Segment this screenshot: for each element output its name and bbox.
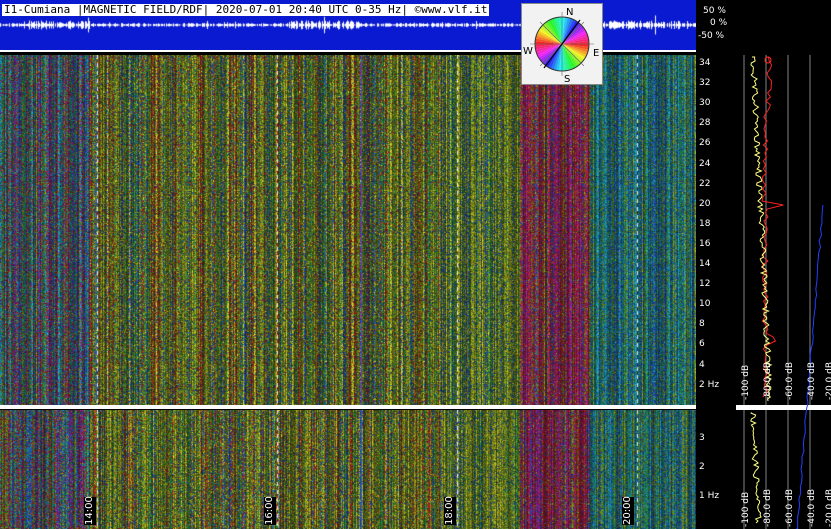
freq-tick-label: 12 bbox=[699, 279, 711, 290]
profile-separator bbox=[736, 405, 831, 410]
profile-average-curve bbox=[750, 56, 773, 402]
freq-tick-label: 6 bbox=[699, 339, 705, 350]
compass-west: W bbox=[523, 46, 533, 57]
vlf-spectrogram-page: { "header": { "title": "I1-Cumiana |MAGN… bbox=[0, 0, 831, 529]
panel-separator bbox=[0, 405, 696, 409]
time-tick-label: 14:00 bbox=[84, 496, 96, 525]
db-label-top: -40.0 dB bbox=[807, 362, 817, 400]
freq-tick-label: 32 bbox=[699, 78, 711, 89]
freq-tick-label: 2 Hz bbox=[699, 379, 720, 390]
time-tick-label: 18:00 bbox=[444, 496, 456, 525]
db-label-bottom: -80.0 dB bbox=[763, 489, 773, 527]
freq-tick-label: 4 bbox=[699, 359, 705, 370]
freq-tick-label: 10 bbox=[699, 299, 711, 310]
db-label-top: -100 dB bbox=[741, 365, 751, 400]
profile-average-curve bbox=[750, 412, 762, 524]
db-label-bottom: -20.0 dB bbox=[825, 489, 831, 527]
spectrogram-main bbox=[0, 55, 696, 405]
time-tick-label: 16:00 bbox=[264, 496, 276, 525]
freq-tick-label-low: 1 Hz bbox=[699, 491, 720, 501]
amp-label-zero: 0 % bbox=[710, 18, 728, 28]
freq-tick-label: 22 bbox=[699, 178, 711, 189]
freq-tick-label: 30 bbox=[699, 98, 711, 109]
freq-tick-label: 28 bbox=[699, 118, 711, 129]
db-label-top: -60.0 dB bbox=[785, 362, 795, 400]
db-label-bottom: -100 dB bbox=[741, 492, 751, 527]
spectrogram-low-band bbox=[0, 410, 696, 529]
compass-east: E bbox=[593, 48, 599, 59]
spectrum-profile-panel: -100 dB -80.0 dB -60.0 dB -40.0 dB -20.0 dB -… bbox=[736, 55, 831, 529]
freq-tick-label: 16 bbox=[699, 238, 711, 249]
compass-south: S bbox=[564, 74, 570, 84]
freq-tick-label-low: 3 bbox=[699, 433, 705, 443]
freq-tick-label: 34 bbox=[699, 58, 711, 68]
compass-north: N bbox=[566, 7, 573, 18]
db-label-top: -80.0 dB bbox=[763, 362, 773, 400]
freq-tick-label: 24 bbox=[699, 158, 711, 169]
freq-tick-label: 26 bbox=[699, 138, 711, 149]
rdf-compass: N E S W bbox=[521, 3, 603, 85]
freq-tick-label: 14 bbox=[699, 259, 711, 269]
freq-tick-label: 18 bbox=[699, 218, 711, 229]
compass-rose-icon: N E S W bbox=[523, 7, 599, 85]
freq-tick-label-low: 2 bbox=[699, 462, 705, 472]
time-tick-label: 20:00 bbox=[622, 496, 634, 525]
amp-label-neg: -50 % bbox=[698, 31, 725, 41]
db-label-bottom: -40.0 dB bbox=[807, 489, 817, 527]
profile-peak-curve bbox=[761, 56, 784, 398]
freq-tick-label: 8 bbox=[699, 319, 705, 330]
amp-label-pos: 50 % bbox=[703, 6, 726, 16]
station-title: I1-Cumiana |MAGNETIC FIELD/RDF| 2020-07-… bbox=[2, 3, 490, 16]
db-label-bottom: -60.0 dB bbox=[785, 489, 795, 527]
freq-tick-label: 20 bbox=[699, 198, 711, 209]
db-label-top: -20.0 dB bbox=[825, 362, 831, 400]
